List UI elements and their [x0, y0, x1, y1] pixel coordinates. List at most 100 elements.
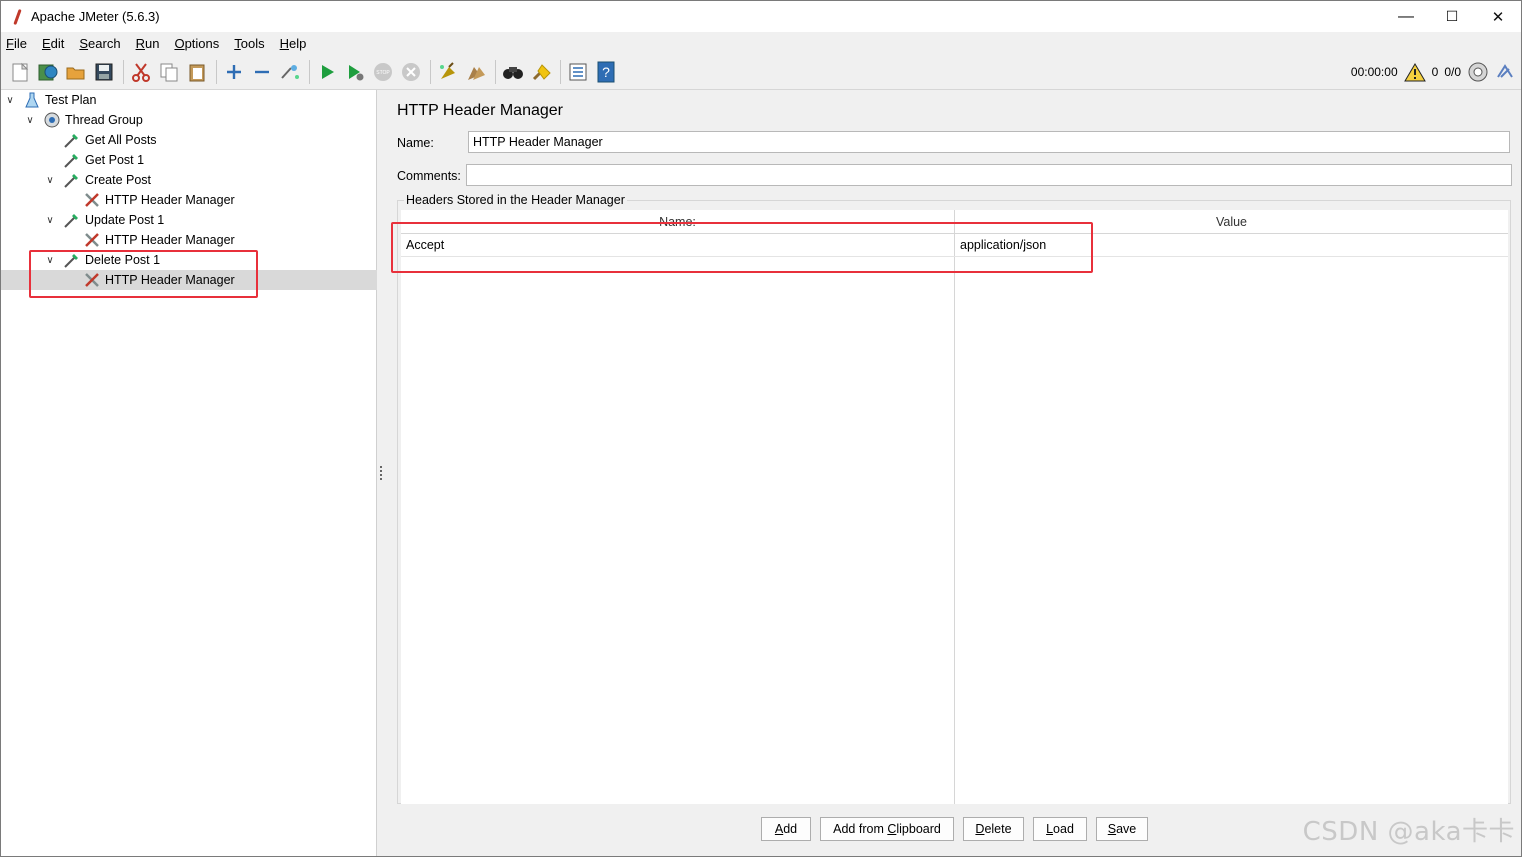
- config-tools-icon: [85, 233, 99, 247]
- add-from-clipboard-button[interactable]: Add from Clipboard: [820, 817, 954, 841]
- window-title: Apache JMeter (5.6.3): [31, 9, 160, 24]
- save-icon[interactable]: [91, 59, 117, 85]
- chevron-down-icon[interactable]: ∨: [24, 114, 36, 126]
- tree-node-label: HTTP Header Manager: [105, 273, 235, 287]
- menu-run[interactable]: Run: [135, 36, 161, 51]
- active-threads: 0/0: [1444, 65, 1461, 79]
- headers-group-title: Headers Stored in the Header Manager: [404, 193, 627, 207]
- minimize-button[interactable]: —: [1383, 1, 1429, 32]
- tree-node-label: Update Post 1: [85, 213, 165, 227]
- save-button[interactable]: Save: [1096, 817, 1148, 841]
- column-header-name[interactable]: Name:: [401, 210, 954, 234]
- name-label: Name:: [397, 136, 434, 150]
- tree-node-label: Delete Post 1: [85, 253, 161, 267]
- shutdown-icon[interactable]: [398, 59, 424, 85]
- toggle-icon[interactable]: [277, 59, 303, 85]
- maximize-button[interactable]: ☐: [1429, 1, 1475, 32]
- tree-node-create-post[interactable]: ∨ Create Post: [1, 170, 377, 190]
- menu-options[interactable]: Options: [173, 36, 220, 51]
- clear-icon[interactable]: [435, 59, 461, 85]
- help-icon[interactable]: ?: [593, 59, 619, 85]
- column-header-value[interactable]: Value: [955, 210, 1508, 234]
- paste-icon[interactable]: [184, 59, 210, 85]
- header-manager-panel: HTTP Header Manager Name: HTTP Header Ma…: [385, 90, 1521, 856]
- chevron-down-icon[interactable]: ∨: [44, 174, 56, 186]
- warning-count: 0: [1431, 65, 1439, 79]
- tree-node-header-manager[interactable]: HTTP Header Manager: [1, 230, 377, 250]
- tree-node-label: Thread Group: [65, 113, 143, 127]
- menu-edit[interactable]: Edit: [41, 36, 65, 51]
- sampler-icon: [64, 254, 78, 268]
- table-cell-name[interactable]: Accept: [401, 234, 954, 256]
- tree-node-delete-post-1[interactable]: ∨ Delete Post 1: [1, 250, 377, 270]
- panel-title: HTTP Header Manager: [397, 102, 563, 119]
- templates-icon[interactable]: [35, 59, 61, 85]
- menu-tools[interactable]: Tools: [233, 36, 265, 51]
- clear-all-icon[interactable]: [463, 59, 489, 85]
- tree-node-label: Get All Posts: [85, 133, 157, 147]
- menu-bar: File Edit Search Run Options Tools Help: [1, 32, 1521, 54]
- watermark: CSDN @aka卡卡: [1302, 817, 1515, 847]
- sampler-icon: [64, 174, 78, 188]
- run-status: 00:00:00 0 0/0: [1351, 54, 1515, 90]
- add-button[interactable]: Add: [761, 817, 811, 841]
- collapse-icon[interactable]: [249, 59, 275, 85]
- stop-icon[interactable]: STOP: [370, 59, 396, 85]
- chevron-down-icon[interactable]: ∨: [4, 94, 16, 106]
- table-cell-value[interactable]: application/json: [955, 234, 1508, 256]
- test-plan-icon: [25, 92, 39, 108]
- tree-node-label: Get Post 1: [85, 153, 145, 167]
- menu-search[interactable]: Search: [78, 36, 121, 51]
- split-pane-divider[interactable]: [377, 90, 385, 856]
- reset-search-icon[interactable]: [528, 59, 554, 85]
- svg-text:?: ?: [602, 64, 610, 80]
- name-field[interactable]: HTTP Header Manager: [468, 131, 1510, 153]
- grip-icon: [380, 466, 382, 480]
- function-helper-icon[interactable]: [565, 59, 591, 85]
- elapsed-timer: 00:00:00: [1350, 65, 1398, 79]
- chevron-down-icon[interactable]: ∨: [44, 214, 56, 226]
- warning-icon[interactable]: [1403, 62, 1426, 82]
- log-viewer-icon[interactable]: [1495, 62, 1515, 82]
- start-icon[interactable]: [314, 59, 340, 85]
- search-icon[interactable]: [500, 59, 526, 85]
- tree-node-label: HTTP Header Manager: [105, 193, 235, 207]
- load-button[interactable]: Load: [1033, 817, 1087, 841]
- cut-icon[interactable]: [128, 59, 154, 85]
- tree-node-get-all-posts[interactable]: Get All Posts: [1, 130, 377, 150]
- menu-file[interactable]: File: [5, 36, 28, 51]
- close-button[interactable]: ✕: [1475, 1, 1521, 32]
- open-icon[interactable]: [63, 59, 89, 85]
- comments-field[interactable]: [466, 164, 1512, 186]
- tree-node-header-manager-selected[interactable]: HTTP Header Manager: [1, 270, 377, 290]
- test-plan-tree: ∨ Test Plan ∨ Thread Group Get All Posts…: [1, 90, 377, 856]
- tree-node-label: Create Post: [85, 173, 152, 187]
- tree-node-update-post-1[interactable]: ∨ Update Post 1: [1, 210, 377, 230]
- sampler-icon: [64, 154, 78, 168]
- start-no-pause-icon[interactable]: [342, 59, 368, 85]
- comments-label: Comments:: [397, 169, 461, 183]
- toolbar: STOP ? 00:00:00 0 0/0: [1, 54, 1521, 90]
- sampler-icon: [64, 134, 78, 148]
- chevron-down-icon[interactable]: ∨: [44, 254, 56, 266]
- tree-node-test-plan[interactable]: ∨ Test Plan: [1, 90, 377, 110]
- jmeter-feather-icon: [11, 8, 25, 26]
- config-tools-icon: [85, 193, 99, 207]
- svg-text:STOP: STOP: [376, 70, 390, 76]
- tree-node-label: Test Plan: [45, 93, 97, 107]
- tree-node-thread-group[interactable]: ∨ Thread Group: [1, 110, 377, 130]
- tree-node-label: HTTP Header Manager: [105, 233, 235, 247]
- new-icon[interactable]: [7, 59, 33, 85]
- remote-engines-icon[interactable]: [1467, 61, 1489, 83]
- thread-group-icon: [44, 112, 60, 128]
- headers-table[interactable]: Name: Value Accept application/json: [401, 210, 1508, 804]
- expand-icon[interactable]: [221, 59, 247, 85]
- tree-node-get-post-1[interactable]: Get Post 1: [1, 150, 377, 170]
- tree-node-header-manager[interactable]: HTTP Header Manager: [1, 190, 377, 210]
- delete-button[interactable]: Delete: [963, 817, 1024, 841]
- config-tools-icon: [85, 273, 99, 287]
- menu-help[interactable]: Help: [279, 36, 308, 51]
- jmeter-window: Apache JMeter (5.6.3) — ☐ ✕ File Edit Se…: [0, 0, 1522, 857]
- title-bar: Apache JMeter (5.6.3) — ☐ ✕: [1, 1, 1521, 32]
- copy-icon[interactable]: [156, 59, 182, 85]
